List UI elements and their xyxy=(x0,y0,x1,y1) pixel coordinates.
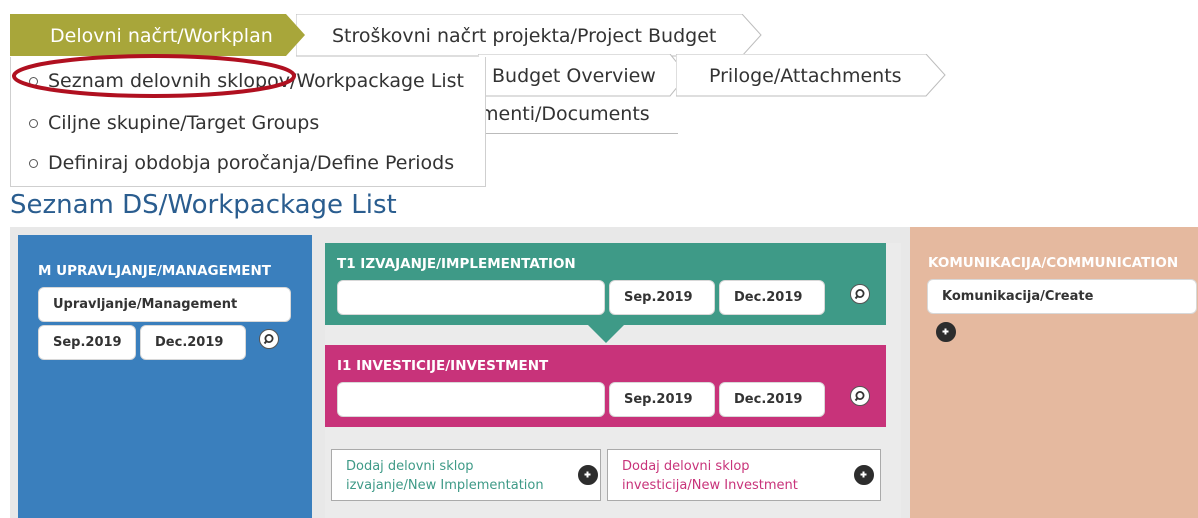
management-column: M UPRAVLJANJE/MANAGEMENT Upravljanje/Man… xyxy=(18,235,312,518)
tab-label: Stroškovni načrt projekta/Project Budget xyxy=(332,24,717,47)
menu-item-target-groups[interactable]: Ciljne skupine/Target Groups xyxy=(29,112,319,134)
management-package-name[interactable]: Upravljanje/Management xyxy=(38,287,291,322)
circle-bullet-icon xyxy=(29,118,38,128)
menu-item-define-periods[interactable]: Definiraj obdobja poročanja/Define Perio… xyxy=(29,152,454,174)
menu-item-label: Definiraj obdobja poročanja/Define Perio… xyxy=(48,152,455,174)
communication-column: KOMUNIKACIJA/COMMUNICATION Komunikacija/… xyxy=(910,227,1198,518)
implementation-end-date: Dec.2019 xyxy=(719,280,825,315)
implementation-card: T1 IZVAJANJE/IMPLEMENTATION Sep.2019 Dec… xyxy=(325,243,886,325)
investment-card: I1 INVESTICIJE/INVESTMENT Sep.2019 Dec.2… xyxy=(325,345,886,427)
tab-workplan[interactable]: Delovni načrt/Workplan xyxy=(10,14,306,57)
plus-circle-icon[interactable] xyxy=(854,465,874,485)
plus-circle-icon[interactable] xyxy=(936,322,956,342)
management-start-date: Sep.2019 xyxy=(38,325,136,360)
tab-attachments[interactable]: Priloge/Attachments xyxy=(676,54,946,97)
connector-pointer xyxy=(588,325,624,343)
investment-end-date: Dec.2019 xyxy=(719,382,825,417)
magnifier-icon[interactable] xyxy=(850,386,870,406)
tab-label: Priloge/Attachments xyxy=(709,64,902,87)
tab-budget-overview[interactable]: Budget Overview xyxy=(478,54,688,97)
menu-item-workpackage-list[interactable]: Seznam delovnih sklopov/Workpackage List xyxy=(29,70,464,92)
add-implementation-button[interactable]: Dodaj delovni sklop izvajanje/New Implem… xyxy=(331,449,601,501)
tab-project-budget[interactable]: Stroškovni načrt projekta/Project Budget xyxy=(296,14,762,57)
add-implementation-label: Dodaj delovni sklop izvajanje/New Implem… xyxy=(346,459,544,493)
implementation-start-date: Sep.2019 xyxy=(609,280,715,315)
tab-documents[interactable]: menti/Documents xyxy=(478,94,678,134)
add-investment-button[interactable]: Dodaj delovni sklop investicija/New Inve… xyxy=(607,449,881,501)
add-investment-label: Dodaj delovni sklop investicija/New Inve… xyxy=(622,459,798,493)
implementation-package-name[interactable] xyxy=(337,280,605,315)
page-title: Seznam DS/Workpackage List xyxy=(10,190,397,220)
management-end-date: Dec.2019 xyxy=(140,325,246,360)
investment-start-date: Sep.2019 xyxy=(609,382,715,417)
magnifier-icon[interactable] xyxy=(259,329,279,349)
workpackage-board: M UPRAVLJANJE/MANAGEMENT Upravljanje/Man… xyxy=(10,227,1198,518)
circle-bullet-icon xyxy=(29,158,38,168)
plus-circle-icon[interactable] xyxy=(578,465,598,485)
tab-label: Delovni načrt/Workplan xyxy=(50,24,273,47)
implementation-header: T1 IZVAJANJE/IMPLEMENTATION xyxy=(337,256,576,272)
investment-header: I1 INVESTICIJE/INVESTMENT xyxy=(337,358,549,374)
communication-header: KOMUNIKACIJA/COMMUNICATION xyxy=(928,255,1179,271)
menu-item-label: Seznam delovnih sklopov/Workpackage List xyxy=(48,70,464,92)
tab-label: menti/Documents xyxy=(480,102,650,125)
workplan-dropdown-menu: Seznam delovnih sklopov/Workpackage List… xyxy=(10,57,486,187)
tab-label: Budget Overview xyxy=(492,64,656,87)
implementation-investment-column: T1 IZVAJANJE/IMPLEMENTATION Sep.2019 Dec… xyxy=(325,243,901,518)
management-header: M UPRAVLJANJE/MANAGEMENT xyxy=(38,263,272,279)
magnifier-icon[interactable] xyxy=(850,284,870,304)
circle-bullet-icon xyxy=(29,76,38,86)
investment-package-name[interactable] xyxy=(337,382,605,417)
communication-package-name[interactable]: Komunikacija/Create xyxy=(927,279,1197,314)
menu-item-label: Ciljne skupine/Target Groups xyxy=(48,112,320,134)
